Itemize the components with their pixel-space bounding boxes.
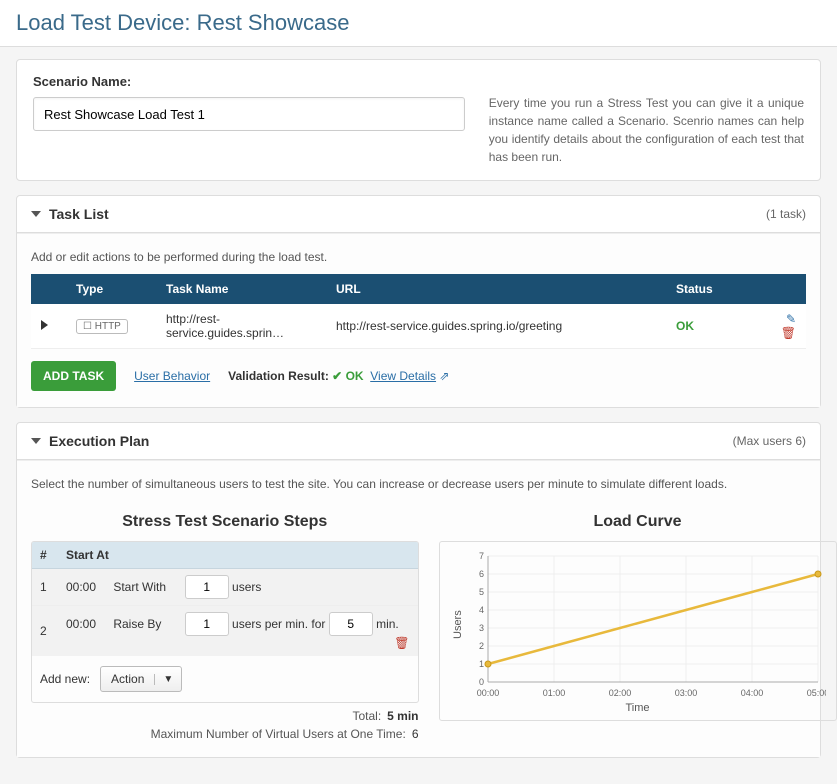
view-details-link[interactable]: View Details (370, 369, 436, 383)
svg-text:02:00: 02:00 (608, 688, 631, 698)
load-curve-chart: Users 0123456700:0001:0002:0003:0004:000… (439, 541, 837, 721)
page-header: Load Test Device: Rest Showcase (0, 0, 837, 47)
col-startat: Start At (58, 542, 418, 569)
chevron-down-icon (31, 211, 41, 217)
play-icon[interactable] (41, 320, 48, 330)
table-row: ☐ HTTP http://rest-service.guides.sprin…… (31, 304, 806, 349)
edit-icon[interactable]: ✎ (786, 312, 796, 326)
svg-text:7: 7 (478, 551, 483, 561)
add-new-label: Add new: (40, 672, 90, 686)
max-users-value: 6 (412, 727, 419, 741)
execution-plan-panel: Execution Plan (Max users 6) Select the … (16, 422, 821, 758)
task-list-header[interactable]: Task List (1 task) (17, 196, 820, 233)
col-name: Task Name (156, 274, 326, 304)
svg-text:04:00: 04:00 (740, 688, 763, 698)
execution-desc: Select the number of simultaneous users … (31, 471, 806, 501)
add-task-button[interactable]: ADD TASK (31, 361, 116, 391)
validation-result-label: Validation Result: (228, 369, 329, 383)
action-select[interactable]: Action ▼ (100, 666, 182, 692)
step-row: 1 00:00 Start With users (32, 569, 418, 606)
task-url-cell: http://rest-service.guides.spring.io/gre… (326, 304, 666, 349)
total-value: 5 min (387, 709, 418, 723)
svg-text:0: 0 (478, 677, 483, 687)
execution-plan-header[interactable]: Execution Plan (Max users 6) (17, 423, 820, 460)
col-status: Status (666, 274, 746, 304)
step-row: 2 00:00 Raise By users per min. for min. (32, 606, 418, 657)
task-list-count: (1 task) (766, 207, 806, 221)
load-curve-title: Load Curve (439, 513, 837, 531)
check-icon: ✔ (332, 369, 345, 383)
svg-text:1: 1 (478, 659, 483, 669)
validation-ok: OK (346, 369, 364, 383)
page-title: Load Test Device: Rest Showcase (16, 10, 821, 36)
steps-title: Stress Test Scenario Steps (31, 513, 419, 531)
steps-table: # Start At 1 00:00 Start With (32, 542, 418, 656)
execution-plan-title: Execution Plan (49, 433, 149, 449)
svg-text:00:00: 00:00 (476, 688, 499, 698)
scenario-help-text: Every time you run a Stress Test you can… (489, 94, 804, 166)
svg-text:01:00: 01:00 (542, 688, 565, 698)
type-chip: ☐ HTTP (76, 319, 128, 334)
scenario-name-input[interactable] (33, 97, 465, 131)
scenario-name-label: Scenario Name: (33, 74, 465, 89)
task-list-panel: Task List (1 task) Add or edit actions t… (16, 195, 821, 408)
svg-text:2: 2 (478, 641, 483, 651)
task-list-title: Task List (49, 206, 109, 222)
task-list-desc: Add or edit actions to be performed duri… (31, 244, 806, 274)
max-users-label: Maximum Number of Virtual Users at One T… (151, 727, 406, 741)
delete-step-icon[interactable]: 🗑 (394, 636, 409, 650)
caret-down-icon: ▼ (154, 674, 181, 685)
svg-text:03:00: 03:00 (674, 688, 697, 698)
svg-text:3: 3 (478, 623, 483, 633)
chart-ylabel: Users (450, 550, 466, 700)
total-label: Total: (352, 709, 381, 723)
chevron-down-icon (31, 438, 41, 444)
chart-xlabel: Time (450, 702, 826, 714)
task-table: Type Task Name URL Status ☐ HTTP http://… (31, 274, 806, 349)
duration-input[interactable] (329, 612, 373, 636)
status-badge: OK (676, 319, 694, 333)
svg-text:6: 6 (478, 569, 483, 579)
svg-text:4: 4 (478, 605, 483, 615)
svg-text:05:00: 05:00 (806, 688, 825, 698)
delete-icon[interactable]: 🗑 (781, 326, 796, 340)
col-url: URL (326, 274, 666, 304)
col-num: # (32, 542, 58, 569)
raise-by-input[interactable] (185, 612, 229, 636)
start-with-input[interactable] (185, 575, 229, 599)
max-users-meta: (Max users 6) (733, 434, 806, 448)
task-name-cell: http://rest-service.guides.sprin… (156, 304, 326, 349)
user-behavior-link[interactable]: User Behavior (134, 369, 210, 383)
external-link-icon: ⇗ (439, 369, 449, 383)
col-type: Type (66, 274, 156, 304)
scenario-panel: Scenario Name: Every time you run a Stre… (16, 59, 821, 181)
